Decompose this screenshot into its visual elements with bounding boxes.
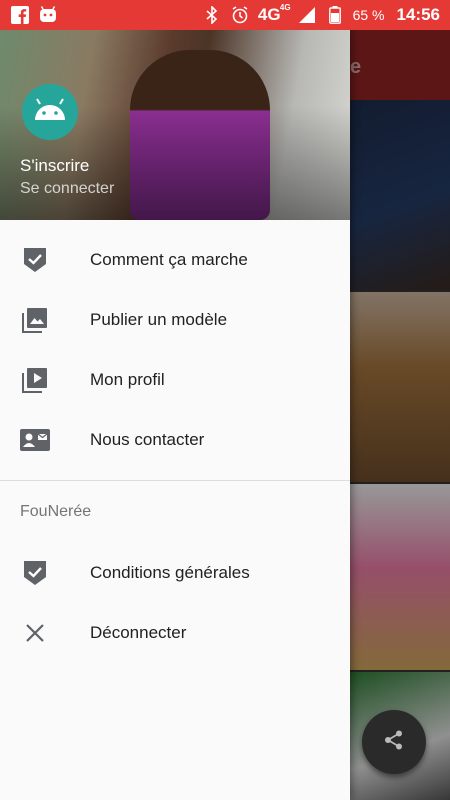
menu-item-how-it-works[interactable]: Comment ça marche [0, 230, 350, 290]
menu-item-label: Mon profil [90, 370, 165, 389]
battery-percent: 65 % [352, 7, 385, 23]
drawer-menu: Comment ça marche Publier un modèle Mon … [0, 220, 350, 470]
battery-icon [325, 5, 345, 25]
network-type: 4G 4G [257, 3, 291, 24]
share-icon [383, 729, 405, 756]
network-sub-type: 4G [279, 3, 291, 12]
drawer-header: S'inscrire Se connecter [0, 30, 350, 220]
menu-item-contact-us[interactable]: Nous contacter [0, 410, 350, 470]
menu-item-label: Déconnecter [90, 623, 187, 642]
signup-link[interactable]: S'inscrire [20, 156, 89, 176]
alarm-icon [230, 5, 250, 25]
shield-check-icon [20, 558, 50, 588]
section-title: FouNerée [20, 503, 92, 520]
menu-item-logout[interactable]: Déconnecter [0, 603, 350, 663]
menu-item-label: Publier un modèle [90, 310, 228, 329]
menu-item-label: Conditions générales [90, 563, 250, 582]
avatar[interactable] [22, 84, 78, 140]
menu-item-label: Nous contacter [90, 430, 205, 449]
facebook-icon [10, 5, 30, 25]
close-icon [20, 618, 50, 648]
drawer-section-menu: Conditions générales Déconnecter [0, 543, 350, 663]
video-library-icon [20, 365, 50, 395]
navigation-drawer: S'inscrire Se connecter Comment ça march… [0, 30, 350, 800]
status-bar-right: 4G 4G 65 % 14:56 [202, 3, 440, 25]
contact-card-icon [20, 425, 50, 455]
status-bar-left [10, 5, 58, 25]
photo-library-icon [20, 305, 50, 335]
android-debug-icon [38, 5, 58, 25]
clock: 14:56 [396, 5, 440, 24]
menu-item-label: Comment ça marche [90, 250, 248, 269]
android-icon [33, 97, 67, 127]
login-link[interactable]: Se connecter [20, 180, 114, 198]
menu-item-terms[interactable]: Conditions générales [0, 543, 350, 603]
signal-icon [297, 5, 317, 25]
shield-check-icon [20, 245, 50, 275]
status-bar: 4G 4G 65 % 14:56 [0, 0, 450, 30]
bluetooth-icon [202, 5, 222, 25]
menu-item-my-profile[interactable]: Mon profil [0, 350, 350, 410]
menu-item-publish-model[interactable]: Publier un modèle [0, 290, 350, 350]
share-button[interactable] [362, 710, 426, 774]
